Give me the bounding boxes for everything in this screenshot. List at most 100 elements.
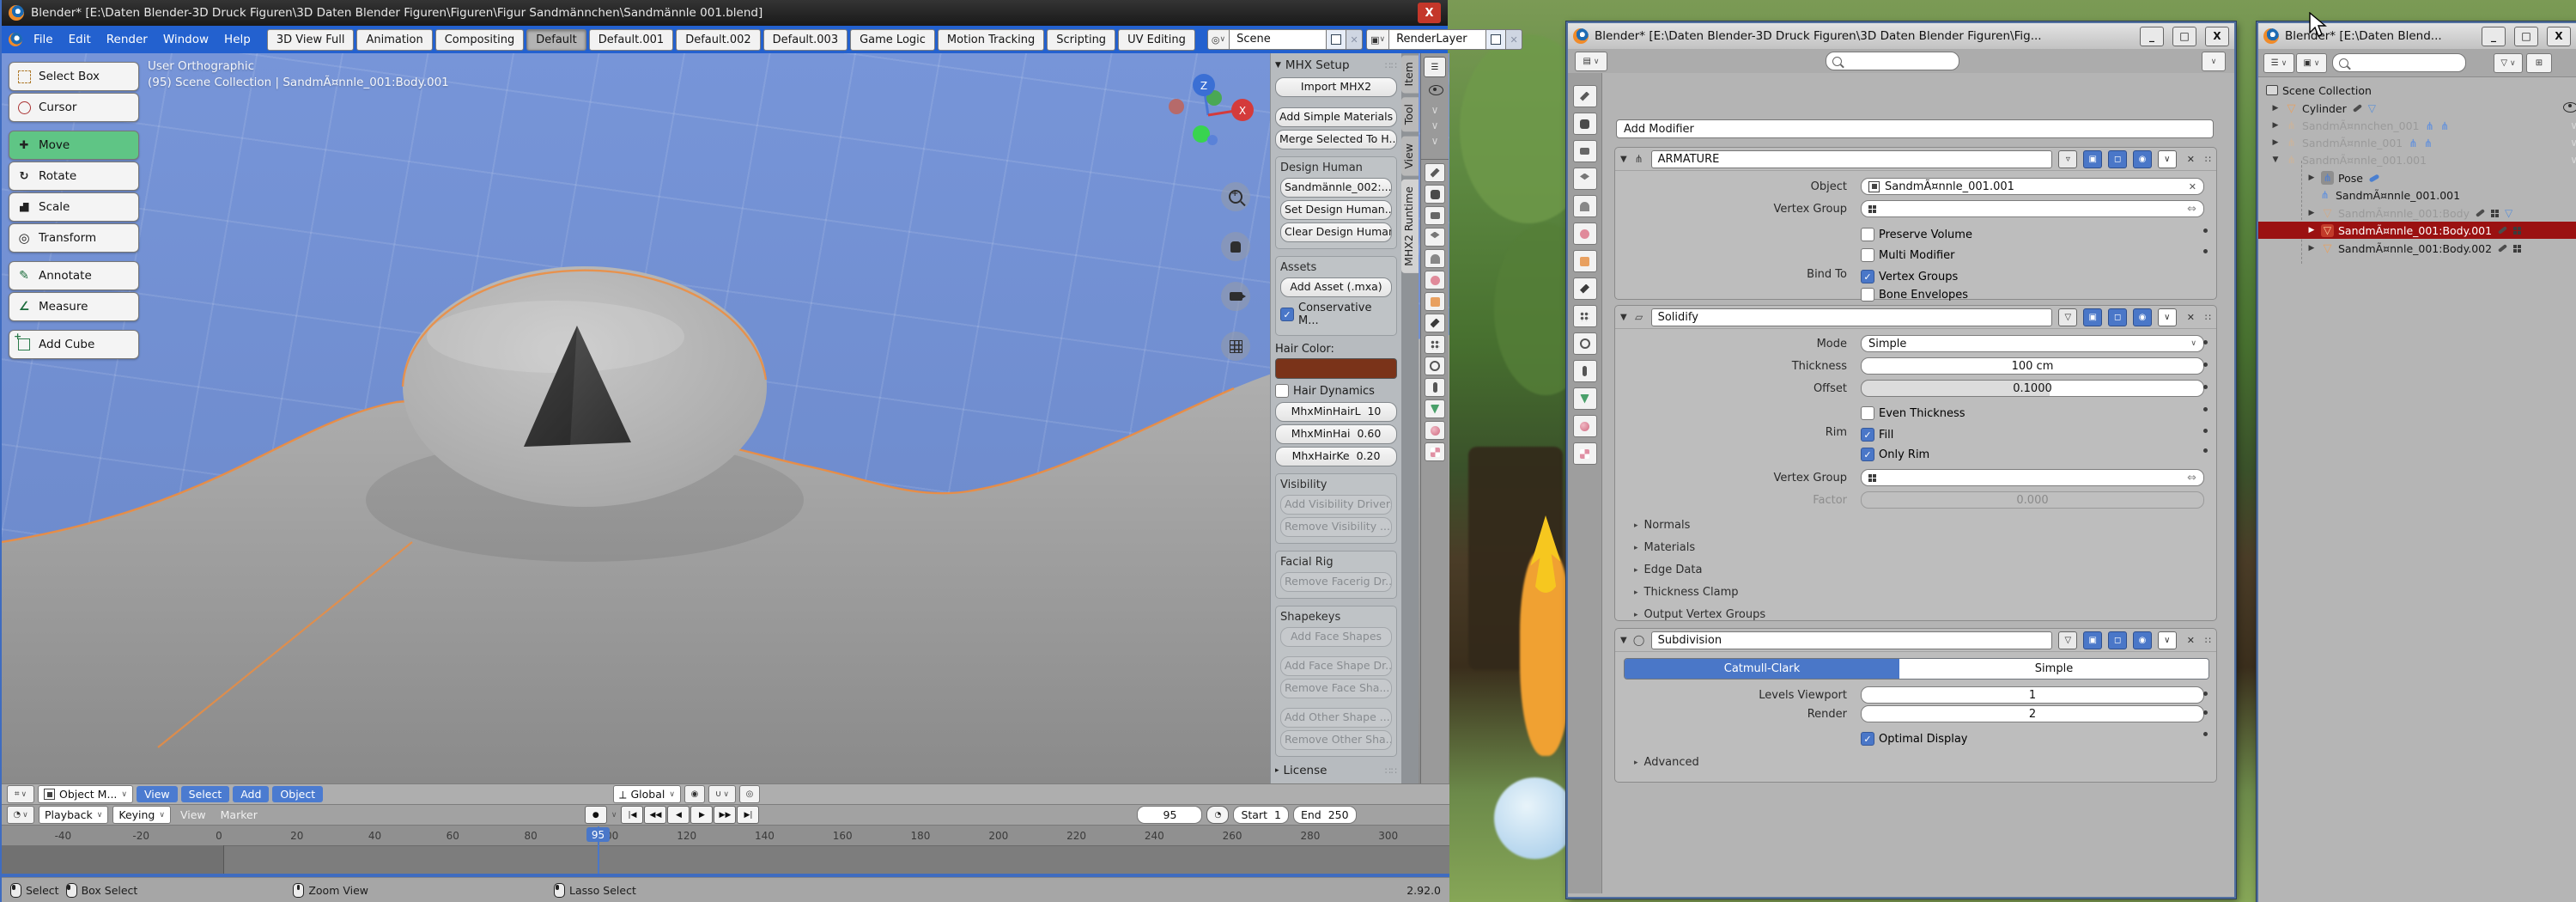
- realtime-toggle[interactable]: ◻: [2108, 308, 2127, 326]
- tool-button[interactable]: Annotate: [9, 261, 139, 290]
- object-menu[interactable]: Object: [272, 786, 323, 802]
- properties-tab-icon[interactable]: [1573, 140, 1597, 162]
- pose-badge-icon[interactable]: ⋔: [2409, 137, 2417, 149]
- edit-mode-toggle[interactable]: ▣: [2083, 150, 2102, 168]
- expand-arrow-icon[interactable]: ▶: [2270, 104, 2281, 113]
- workspace-tab[interactable]: Default.001: [589, 29, 673, 51]
- add-other-shapes-button[interactable]: Add Other Shape ...: [1280, 708, 1392, 728]
- eye-closed-icon[interactable]: ∨: [1421, 104, 1449, 116]
- transport-button[interactable]: ▶▶: [714, 806, 736, 824]
- properties-tab-icon[interactable]: [1425, 271, 1445, 289]
- add-asset-button[interactable]: Add Asset (.mxa): [1280, 277, 1392, 297]
- collapse-arrow-icon[interactable]: ▸: [1275, 766, 1279, 775]
- merge-selected-button[interactable]: Merge Selected To H...: [1275, 130, 1397, 149]
- properties-tab-icon[interactable]: [1573, 277, 1597, 300]
- license-panel-title[interactable]: License: [1284, 764, 1327, 777]
- eye-closed-icon[interactable]: ∨: [2570, 154, 2576, 166]
- sidebar-tab[interactable]: MHX2 Runtime: [1401, 180, 1419, 273]
- snap-pivot-button[interactable]: ◉: [684, 785, 705, 803]
- collapse-arrow-icon[interactable]: ▼: [1620, 636, 1627, 645]
- mesh-data-badge-icon[interactable]: ▽: [2368, 102, 2376, 114]
- editor-type-button[interactable]: ▤∨: [1575, 52, 1607, 71]
- workspace-tab[interactable]: Default.002: [676, 29, 760, 51]
- hair-dynamics-checkbox[interactable]: [1275, 384, 1289, 398]
- menu-item[interactable]: Edit: [61, 33, 99, 46]
- expand-arrow-icon[interactable]: ▶: [2306, 226, 2317, 235]
- simple-button[interactable]: Simple: [1899, 659, 2208, 679]
- view-menu[interactable]: View: [137, 786, 178, 802]
- properties-tab-icon[interactable]: [1425, 249, 1445, 268]
- drag-dots-icon[interactable]: ∷: [2205, 635, 2211, 646]
- unlink-scene-button[interactable]: ✕: [1346, 29, 1363, 50]
- filter-options-button[interactable]: ∨: [2202, 52, 2226, 71]
- eye-closed-icon[interactable]: ∨: [2570, 119, 2576, 131]
- import-mhx2-button[interactable]: Import MHX2: [1275, 77, 1397, 97]
- timeline-ruler[interactable]: -40-200204060801001201401601802002202402…: [2, 825, 1449, 845]
- main-titlebar[interactable]: Blender* [E:\Daten Blender-3D Druck Figu…: [2, 0, 1448, 26]
- renderlayer-name[interactable]: RenderLayer: [1389, 29, 1486, 50]
- armature-object-field[interactable]: SandmÃ¤nnle_001.001 ✕: [1861, 178, 2204, 195]
- timeline-view-menu[interactable]: View: [175, 808, 211, 821]
- remove-other-shapes-button[interactable]: Remove Other Sha...: [1280, 730, 1392, 750]
- conservative-checkbox[interactable]: ✓: [1280, 308, 1294, 321]
- 3d-viewport[interactable]: User Orthographic (95) Scene Collection …: [2, 53, 1449, 783]
- mode-dropdown[interactable]: Object M...∨: [38, 785, 133, 803]
- tool-button[interactable]: Move: [9, 131, 139, 160]
- set-design-human-button[interactable]: Set Design Human...: [1280, 200, 1392, 220]
- record-options-chevron[interactable]: ∨: [611, 811, 617, 820]
- workspace-tab[interactable]: 3D View Full: [267, 29, 355, 51]
- sidebar-tab[interactable]: Item: [1401, 55, 1419, 93]
- proportional-editing-button[interactable]: ◎: [739, 785, 760, 803]
- filter-button[interactable]: ▽∨: [2494, 53, 2523, 73]
- multi-modifier-checkbox[interactable]: [1861, 248, 1874, 262]
- design-human-figure-field[interactable]: Sandmännle_002:...: [1280, 178, 1392, 198]
- properties-titlebar[interactable]: Blender* [E:\Daten Blender-3D Druck Figu…: [1568, 23, 2234, 50]
- modifier-badge-icon[interactable]: [2353, 107, 2362, 110]
- hair-param-field[interactable]: MhxHairKe 0.20: [1275, 447, 1397, 466]
- outliner-sliver-button[interactable]: ☰: [1424, 57, 1446, 77]
- outliner-row-body[interactable]: ▶ ▽ SandmÃ¤nnle_001:Body ▽ ∨: [2258, 204, 2576, 222]
- invert-vgroup-icon[interactable]: ⇔: [2187, 472, 2196, 485]
- scene-selector[interactable]: ◎∨ Scene ✕: [1207, 29, 1363, 50]
- remove-facerig-button[interactable]: Remove Facerig Dr...: [1280, 572, 1392, 592]
- edit-mode-toggle[interactable]: ▣: [2083, 308, 2102, 326]
- properties-tab-icon[interactable]: [1425, 378, 1445, 397]
- levels-viewport-field[interactable]: 1: [1861, 686, 2204, 704]
- expand-arrow-icon[interactable]: ▶: [2306, 174, 2317, 182]
- sidebar-tab[interactable]: View: [1401, 137, 1419, 176]
- properties-tab-icon[interactable]: [1573, 195, 1597, 217]
- properties-tab-icon[interactable]: [1425, 442, 1445, 461]
- filter-mode-dropdown[interactable]: ▣∨: [2296, 53, 2327, 73]
- remove-modifier-button[interactable]: ✕: [2187, 154, 2195, 165]
- zoom-view-button[interactable]: [1221, 182, 1250, 211]
- workspace-tab[interactable]: Game Logic: [850, 29, 935, 51]
- timeline-marker-menu[interactable]: Marker: [216, 808, 263, 821]
- advanced-subpanel[interactable]: ▸ Advanced: [1634, 756, 1699, 769]
- invert-vgroup-icon[interactable]: ⇔: [2187, 203, 2196, 216]
- menu-item[interactable]: Window: [155, 33, 216, 46]
- armature-data-badge-icon[interactable]: ⋔: [2424, 137, 2433, 149]
- outliner-row-sandmannle-001-001[interactable]: ▼ ⋔ SandmÃ¤nnle_001.001 ∨: [2258, 151, 2576, 168]
- even-thickness-checkbox[interactable]: [1861, 406, 1874, 420]
- eye-open-icon[interactable]: [2563, 102, 2576, 115]
- eye-closed-icon[interactable]: ∨: [1421, 135, 1449, 147]
- tool-button[interactable]: Cursor: [9, 93, 139, 122]
- mesh-data-badge-icon[interactable]: ▽: [2505, 207, 2512, 219]
- modifier-name-field[interactable]: Solidify: [1651, 308, 2053, 326]
- outliner-row-armature-data[interactable]: ⋔ SandmÃ¤nnle_001.001: [2258, 186, 2576, 204]
- camera-view-button[interactable]: [1221, 282, 1250, 311]
- outliner-row-scene-collection[interactable]: Scene Collection: [2258, 82, 2576, 99]
- properties-tab-icon[interactable]: [1425, 399, 1445, 418]
- properties-tab-icon[interactable]: [1425, 292, 1445, 311]
- workspace-tab[interactable]: Compositing: [435, 29, 525, 51]
- transport-button[interactable]: ◀: [667, 806, 690, 824]
- collapsed-subpanel[interactable]: ▸Output Vertex Groups: [1634, 608, 1765, 621]
- expand-arrow-icon[interactable]: ▶: [2270, 121, 2281, 130]
- add-face-shapes-button[interactable]: Add Face Shapes: [1280, 627, 1392, 647]
- factor-field[interactable]: 0.000: [1861, 491, 2204, 509]
- outliner-row-body-002[interactable]: ▶ ▽ SandmÃ¤nnle_001:Body.002: [2258, 240, 2576, 257]
- add-visibility-drivers-button[interactable]: Add Visibility Drivers: [1280, 495, 1392, 515]
- tool-button[interactable]: Add Cube: [9, 330, 139, 359]
- start-frame-field[interactable]: Start1: [1233, 806, 1289, 824]
- render-levels-field[interactable]: 2: [1861, 705, 2204, 722]
